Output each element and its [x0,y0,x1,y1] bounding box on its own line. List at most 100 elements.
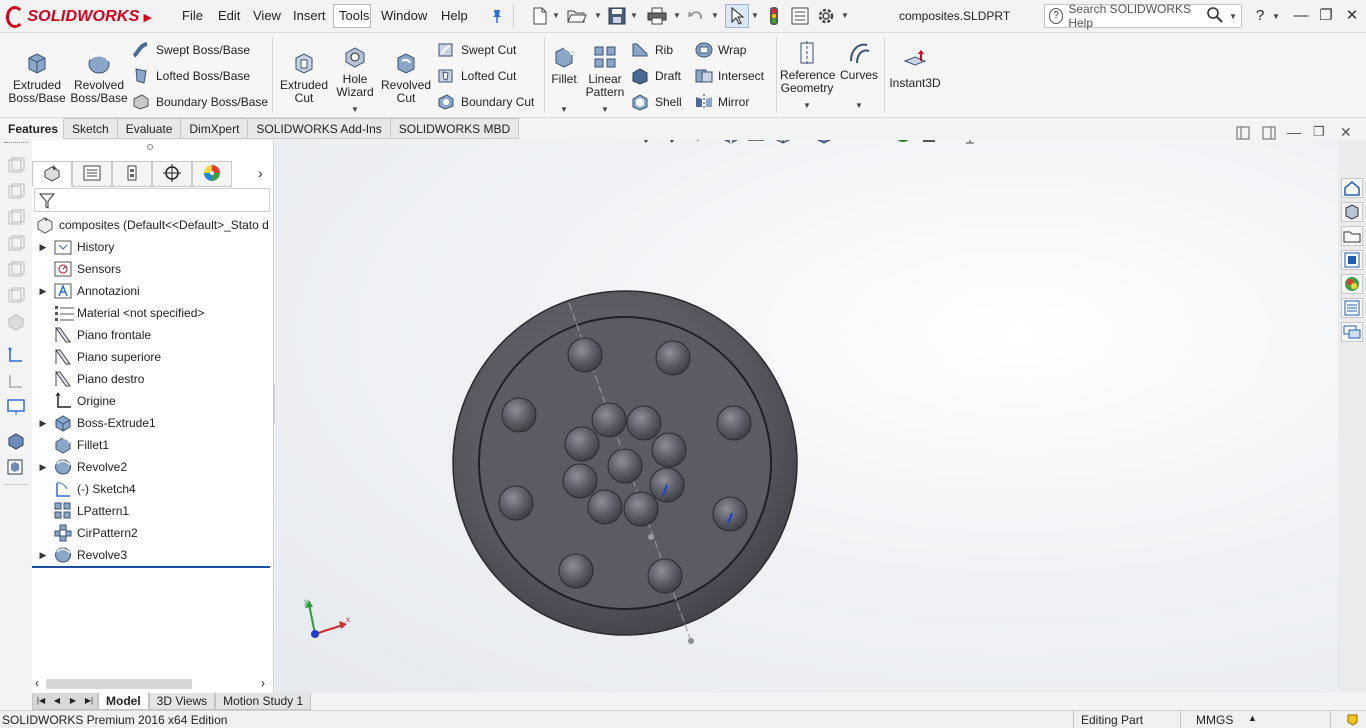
chevron-down-icon[interactable]: ▼ [751,11,759,20]
undo-icon[interactable] [687,7,705,25]
chevron-down-icon[interactable]: ▼ [1272,12,1280,21]
last-tab-icon[interactable]: ▶| [81,693,97,709]
minimize-document-icon[interactable]: — [1287,124,1301,140]
tree-root-part[interactable]: composites (Default<<Default>_Stato d [32,214,272,236]
apply-scene-icon[interactable] [918,140,940,145]
instant3d-button[interactable]: Instant3D [888,47,942,90]
extruded-cut-button[interactable]: Extruded Cut [276,49,332,105]
close-document-icon[interactable]: ✕ [1340,124,1352,141]
chevron-down-icon[interactable]: ▼ [552,11,560,20]
tree-item[interactable]: LPattern1 [32,500,272,522]
chevron-right-icon[interactable]: › [258,165,263,181]
menu-help[interactable]: Help [441,8,468,23]
tab-motion-study-1[interactable]: Motion Study 1 [215,693,312,710]
dynamic-annotation-icon[interactable] [746,140,768,145]
menu-edit[interactable]: Edit [218,8,240,23]
search-icon[interactable] [1206,6,1224,27]
sketch-icon[interactable] [6,346,26,364]
chevron-down-icon[interactable]: ▼ [594,11,602,20]
new-document-icon[interactable] [531,7,549,25]
menu-window[interactable]: Window [381,8,427,23]
print-icon[interactable] [647,7,667,25]
tree-item[interactable]: (-) Sketch4 [32,478,272,500]
design-library-icon[interactable] [1341,202,1363,222]
display-monitor-icon[interactable] [6,398,26,416]
chevron-down-icon[interactable]: ▼ [334,103,376,116]
expand-arrow-icon[interactable]: ▶ [38,242,48,253]
close-window-icon[interactable]: ✕ [1341,6,1363,26]
tab-3d-views[interactable]: 3D Views [148,693,216,710]
prev-tab-icon[interactable]: ◀ [49,693,65,709]
chevron-down-icon[interactable]: ▼ [838,99,880,112]
tab-solidworks-mbd[interactable]: SOLIDWORKS MBD [390,118,520,139]
expand-arrow-icon[interactable]: ▶ [38,550,48,561]
chevron-down-icon[interactable]: ▼ [584,103,626,116]
fillet-button[interactable]: Fillet ▼ [548,43,580,116]
sketch-corner-icon[interactable] [6,372,26,390]
solidworks-resources-home-icon[interactable] [1341,178,1363,198]
sketch-plane-icon[interactable] [6,209,26,227]
wrap-button[interactable]: Wrap [694,40,746,60]
rib-button[interactable]: Rib [631,40,673,60]
reference-geometry-button[interactable]: Reference Geometry ▼ [780,39,835,112]
open-folder-icon[interactable] [567,7,587,25]
file-properties-icon[interactable] [791,7,809,25]
tree-item[interactable]: Sensors [32,258,272,280]
tab-evaluate[interactable]: Evaluate [117,118,182,139]
tab-property-manager[interactable] [72,161,112,187]
tree-item[interactable]: ▶ History [32,236,272,258]
chevron-down-icon[interactable]: ▼ [780,99,834,112]
lofted-cut-button[interactable]: Lofted Cut [437,66,516,86]
view-settings-monitor-icon[interactable] [959,140,981,145]
forum-chat-icon[interactable] [1341,322,1363,342]
rebuild-traffic-light-icon[interactable] [767,7,785,25]
tree-item[interactable]: Piano superiore [32,346,272,368]
tree-item[interactable]: Fillet1 [32,434,272,456]
revolved-cut-button[interactable]: Revolved Cut [380,49,432,105]
tile-left-icon[interactable] [1236,126,1250,143]
tab-features[interactable]: Features [0,118,64,139]
tab-dimxpert-manager[interactable] [152,161,192,187]
section-view-icon[interactable] [720,140,742,145]
tree-item[interactable]: Piano destro [32,368,272,390]
chevron-down-icon[interactable]: ▼ [548,103,580,116]
scroll-left-icon[interactable]: ‹ [35,676,39,690]
panel-splitter-handle[interactable] [147,144,153,150]
draft-button[interactable]: Draft [631,66,681,86]
display-style-icon[interactable] [813,140,835,145]
chevron-down-icon[interactable]: ▼ [630,11,638,20]
chevron-down-icon[interactable]: ▼ [841,11,849,20]
tree-item[interactable]: CirPattern2 [32,522,272,544]
zoom-to-fit-icon[interactable] [642,140,664,145]
tab-sketch[interactable]: Sketch [64,118,118,139]
edit-appearance-icon[interactable] [892,140,914,145]
view-palette-icon[interactable] [1341,250,1363,270]
select-cursor-icon[interactable] [728,6,746,25]
tile-right-icon[interactable] [1262,126,1276,143]
save-icon[interactable] [608,7,626,25]
appearances-scenes-icon[interactable] [1341,274,1363,294]
graphics-area[interactable]: ▼ ▼ ▼ ▼ ▼ [275,140,1338,693]
first-tab-icon[interactable]: |◀ [33,693,49,709]
zoom-to-area-icon[interactable] [668,140,690,145]
tab-navigation-arrows[interactable]: |◀ ◀ ▶ ▶| [32,693,98,710]
menu-view[interactable]: View [253,8,281,23]
lofted-boss-button[interactable]: Lofted Boss/Base [132,66,250,86]
menu-file[interactable]: File [182,8,203,23]
menu-tools[interactable]: Tools [339,8,369,23]
expand-arrow-icon[interactable]: ▶ [38,418,48,429]
custom-properties-icon[interactable] [1341,298,1363,318]
tree-item[interactable]: ▶ Revolve2 [32,456,272,478]
file-explorer-icon[interactable] [1341,226,1363,246]
tree-item[interactable]: ▶ Revolve3 [32,544,272,566]
scroll-right-icon[interactable]: › [261,676,265,690]
hole-wizard-button[interactable]: Hole Wizard ▼ [334,43,376,116]
curves-button[interactable]: Curves ▼ [838,39,880,112]
restore-window-icon[interactable]: ❐ [1315,6,1337,26]
part-view-icon[interactable] [6,458,26,476]
extruded-boss-button[interactable]: Extruded Boss/Base [8,49,66,105]
tab-configuration-manager[interactable] [112,161,152,187]
shaded-part-icon[interactable] [6,313,26,331]
pin-icon[interactable] [488,7,506,25]
swept-boss-button[interactable]: Swept Boss/Base [132,40,250,60]
